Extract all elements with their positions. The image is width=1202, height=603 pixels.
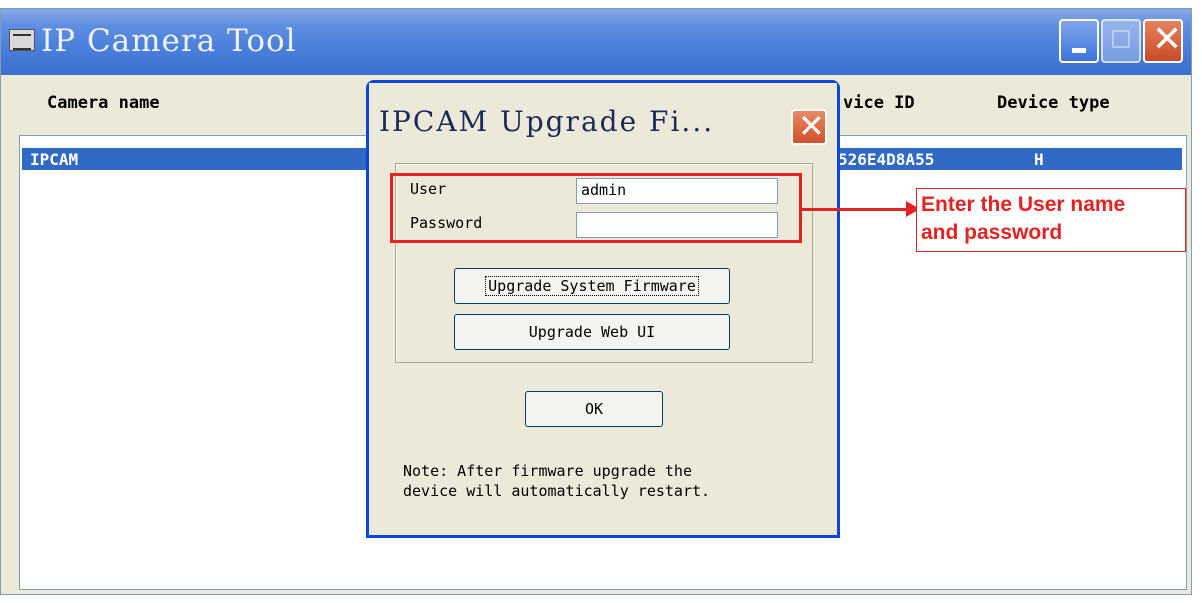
- close-icon: ✕: [1152, 19, 1183, 60]
- close-button[interactable]: ✕: [1143, 19, 1183, 63]
- minimize-button[interactable]: [1059, 19, 1099, 63]
- annotation-arrow-line: [802, 208, 912, 211]
- title-bar[interactable]: IP Camera Tool ✕: [1, 9, 1191, 75]
- device-id-cell: 526E4D8A55: [838, 150, 935, 169]
- ok-button[interactable]: OK: [525, 391, 663, 427]
- dialog-close-button[interactable]: ✕: [791, 107, 827, 145]
- upgrade-system-firmware-label: Upgrade System Firmware: [485, 276, 699, 296]
- device-type-cell: H: [1034, 150, 1044, 169]
- column-header-camera-name[interactable]: Camera name: [47, 93, 160, 113]
- maximize-icon: [1112, 30, 1130, 48]
- column-header-device-type[interactable]: Device type: [997, 93, 1110, 113]
- upgrade-web-ui-label: Upgrade Web UI: [528, 323, 656, 341]
- dialog-title-bar[interactable]: IPCAM Upgrade Fi... ✕: [369, 83, 837, 161]
- window-title: IP Camera Tool: [41, 23, 297, 59]
- close-icon: ✕: [798, 107, 825, 145]
- camera-name-cell: IPCAM: [30, 150, 79, 169]
- upgrade-web-ui-button[interactable]: Upgrade Web UI: [454, 314, 730, 350]
- note-line-2: device will automatically restart.: [403, 482, 711, 500]
- dialog-title: IPCAM Upgrade Fi...: [379, 105, 715, 138]
- annotation-line-2: and password: [921, 221, 1063, 244]
- ip-camera-tool-icon[interactable]: [9, 29, 35, 51]
- upgrade-system-firmware-button[interactable]: Upgrade System Firmware: [454, 268, 730, 304]
- maximize-button[interactable]: [1101, 19, 1141, 63]
- ok-label: OK: [584, 400, 604, 418]
- column-header-device-id[interactable]: vice ID: [843, 93, 915, 113]
- upgrade-note: Note: After firmware upgrade the device …: [403, 461, 803, 501]
- annotation-callout: Enter the User name and password: [916, 188, 1186, 252]
- upgrade-firmware-dialog: IPCAM Upgrade Fi... ✕ User admin Passwor…: [366, 80, 840, 538]
- note-line-1: Note: After firmware upgrade the: [403, 462, 692, 480]
- annotation-line-1: Enter the User name: [921, 193, 1126, 216]
- annotation-highlight-box: [390, 173, 802, 243]
- minimize-icon: [1072, 48, 1086, 53]
